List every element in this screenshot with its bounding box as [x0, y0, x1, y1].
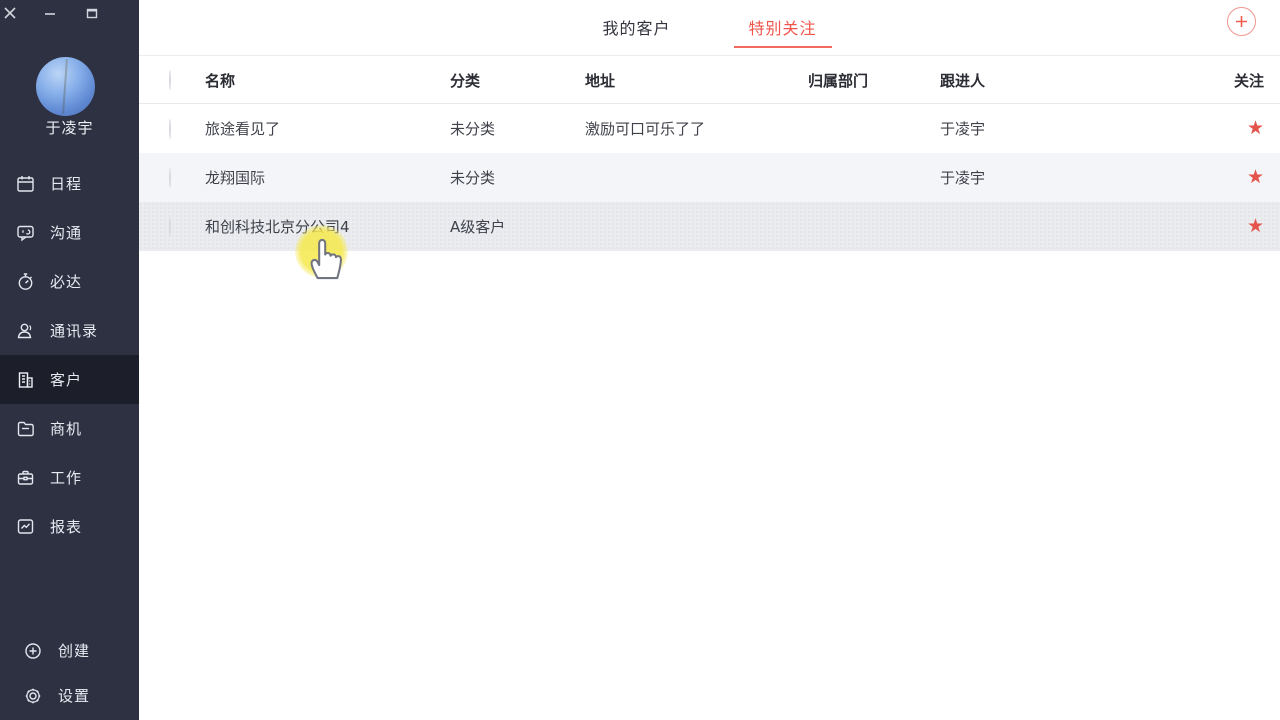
column-header-address: 地址 — [585, 70, 808, 91]
window-controls — [0, 4, 139, 22]
cell-category: 未分类 — [450, 167, 585, 188]
circle-plus-icon — [24, 642, 42, 660]
cell-name: 和创科技北京分公司4 — [205, 216, 450, 237]
cell-follower: 于凌宇 — [940, 118, 1150, 139]
select-all-checkbox[interactable] — [169, 70, 171, 90]
settings-button[interactable]: 设置 — [0, 673, 139, 718]
table-header: 名称 分类 地址 归属部门 跟进人 关注 — [139, 57, 1280, 104]
sidebar-item-work[interactable]: 工作 — [0, 453, 139, 502]
cell-name: 龙翔国际 — [205, 167, 450, 188]
sidebar-item-label: 客户 — [50, 369, 82, 390]
star-icon[interactable]: ★ — [1247, 168, 1264, 187]
sidebar-item-label: 报表 — [50, 516, 82, 537]
sidebar: 于凌宇 日程 沟通 必达 — [0, 0, 139, 720]
cell-category: 未分类 — [450, 118, 585, 139]
maximize-icon[interactable] — [85, 6, 99, 20]
add-customer-button[interactable] — [1227, 7, 1256, 36]
avatar[interactable] — [36, 57, 95, 116]
close-icon[interactable] — [3, 6, 17, 20]
sidebar-item-reports[interactable]: 报表 — [0, 502, 139, 551]
cell-address: 激励可口可乐了了 — [585, 118, 808, 139]
sidebar-footer: 创建 设置 — [0, 628, 139, 718]
sidebar-nav: 日程 沟通 必达 通讯录 — [0, 159, 139, 551]
row-checkbox[interactable] — [169, 168, 171, 188]
sidebar-item-contacts[interactable]: 通讯录 — [0, 306, 139, 355]
plus-icon — [1235, 15, 1248, 28]
sidebar-item-label: 通讯录 — [50, 320, 98, 341]
chart-icon — [15, 517, 35, 537]
create-button[interactable]: 创建 — [0, 628, 139, 673]
briefcase-icon — [15, 468, 35, 488]
table-row[interactable]: 龙翔国际 未分类 于凌宇 ★ — [139, 153, 1280, 202]
sidebar-item-label: 必达 — [50, 271, 82, 292]
sidebar-item-label: 日程 — [50, 173, 82, 194]
sidebar-item-bida[interactable]: 必达 — [0, 257, 139, 306]
row-checkbox[interactable] — [169, 217, 171, 237]
calendar-icon — [15, 174, 35, 194]
settings-label: 设置 — [58, 685, 90, 706]
sidebar-item-communication[interactable]: 沟通 — [0, 208, 139, 257]
username: 于凌宇 — [0, 117, 139, 138]
sidebar-item-schedule[interactable]: 日程 — [0, 159, 139, 208]
cell-category: A级客户 — [450, 216, 585, 237]
row-checkbox[interactable] — [169, 119, 171, 139]
table-row[interactable]: 旅途看见了 未分类 激励可口可乐了了 于凌宇 ★ — [139, 104, 1280, 153]
contacts-icon — [15, 321, 35, 341]
tab-my-customers[interactable]: 我的客户 — [587, 7, 685, 48]
gear-icon — [24, 687, 42, 705]
table-row[interactable]: 和创科技北京分公司4 A级客户 ★ — [139, 202, 1280, 251]
column-header-name: 名称 — [205, 70, 450, 91]
sidebar-item-opportunities[interactable]: 商机 — [0, 404, 139, 453]
chat-icon — [15, 223, 35, 243]
column-header-follower: 跟进人 — [940, 70, 1150, 91]
star-icon[interactable]: ★ — [1247, 217, 1264, 236]
app-window: 于凌宇 日程 沟通 必达 — [0, 0, 1280, 720]
sidebar-item-label: 沟通 — [50, 222, 82, 243]
column-header-category: 分类 — [450, 70, 585, 91]
cell-follower: 于凌宇 — [940, 167, 1150, 188]
column-header-focus: 关注 — [1150, 70, 1280, 91]
create-label: 创建 — [58, 640, 90, 661]
building-icon — [15, 370, 35, 390]
customer-list: 旅途看见了 未分类 激励可口可乐了了 于凌宇 ★ 龙翔国际 未分类 于凌宇 ★ … — [139, 104, 1280, 251]
tab-bar: 我的客户 特别关注 — [139, 0, 1280, 56]
folder-icon — [15, 419, 35, 439]
column-header-department: 归属部门 — [808, 70, 940, 91]
sidebar-item-customers[interactable]: 客户 — [0, 355, 139, 404]
tab-special-focus[interactable]: 特别关注 — [734, 7, 832, 48]
cell-name: 旅途看见了 — [205, 118, 450, 139]
stopwatch-icon — [15, 272, 35, 292]
star-icon[interactable]: ★ — [1247, 119, 1264, 138]
minimize-icon[interactable] — [43, 6, 57, 20]
sidebar-item-label: 商机 — [50, 418, 82, 439]
sidebar-item-label: 工作 — [50, 467, 82, 488]
